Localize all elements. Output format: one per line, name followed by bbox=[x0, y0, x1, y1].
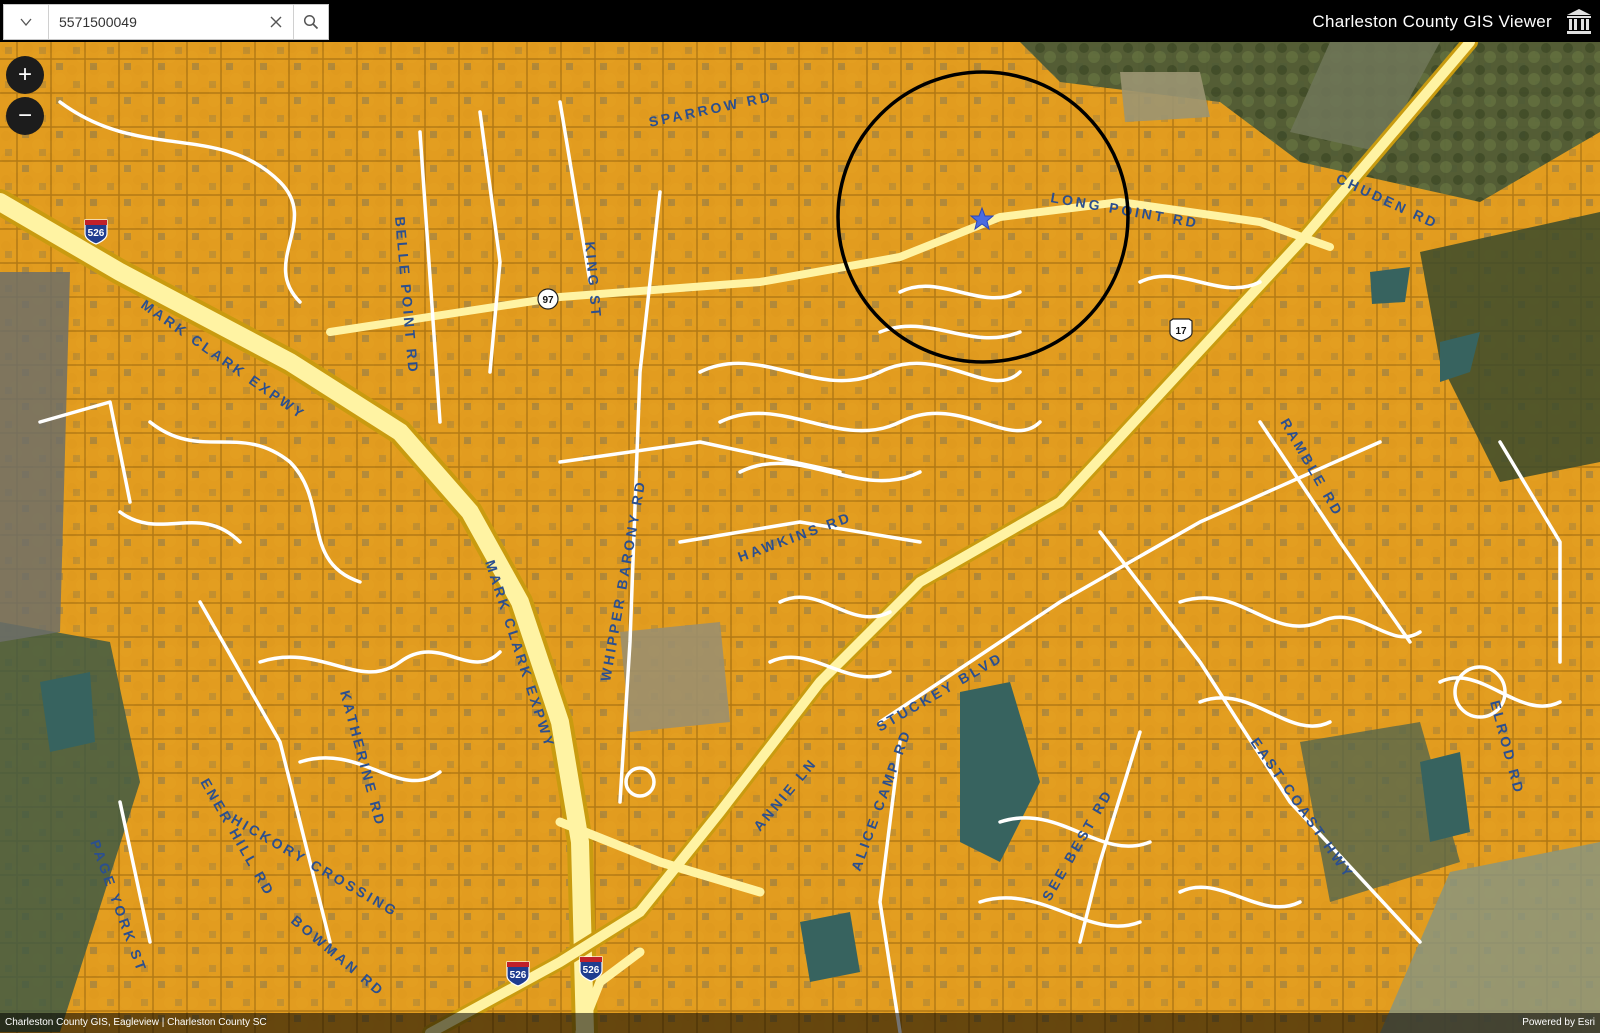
top-bar: Charleston County GIS Viewer bbox=[0, 0, 1600, 42]
route-shield-526: 526 bbox=[506, 961, 530, 987]
route-shield-label: 17 bbox=[1175, 326, 1187, 337]
zoom-out-button[interactable]: − bbox=[6, 97, 44, 135]
app-title: Charleston County GIS Viewer bbox=[1312, 12, 1552, 31]
triangle-down-icon bbox=[20, 18, 32, 26]
route-shield-label: 526 bbox=[510, 970, 527, 981]
route-shield-526: 526 bbox=[84, 219, 108, 245]
map-canvas[interactable]: LONG POINT RD CHUDEN RD MARK CLARK EXPWY… bbox=[0, 42, 1600, 1033]
minus-icon: − bbox=[17, 102, 32, 129]
route-shield-label: 97 bbox=[542, 295, 554, 306]
powered-by-esri[interactable]: Powered by Esri bbox=[1522, 1017, 1595, 1028]
clear-search-button[interactable] bbox=[259, 5, 293, 39]
search-widget bbox=[3, 4, 329, 40]
zoom-in-button[interactable]: + bbox=[6, 56, 44, 94]
route-shield-label: 526 bbox=[583, 965, 600, 976]
search-button[interactable] bbox=[293, 5, 328, 39]
search-input[interactable] bbox=[49, 5, 259, 39]
attribution-bar: Charleston County GIS, Eagleview | Charl… bbox=[0, 1013, 1600, 1033]
route-shield-17: 17 bbox=[1169, 318, 1193, 342]
plus-icon: + bbox=[17, 61, 32, 88]
attribution-text: Charleston County GIS, Eagleview | Charl… bbox=[5, 1017, 267, 1028]
route-shield-label: 526 bbox=[88, 228, 105, 239]
route-shield-97: 97 bbox=[537, 288, 559, 310]
courthouse-icon bbox=[1567, 9, 1591, 34]
map-view[interactable]: LONG POINT RD CHUDEN RD MARK CLARK EXPWY… bbox=[0, 42, 1600, 1033]
search-source-dropdown[interactable] bbox=[4, 5, 49, 39]
route-shield-526: 526 bbox=[579, 956, 603, 982]
close-icon bbox=[270, 16, 282, 28]
search-icon bbox=[303, 14, 319, 30]
